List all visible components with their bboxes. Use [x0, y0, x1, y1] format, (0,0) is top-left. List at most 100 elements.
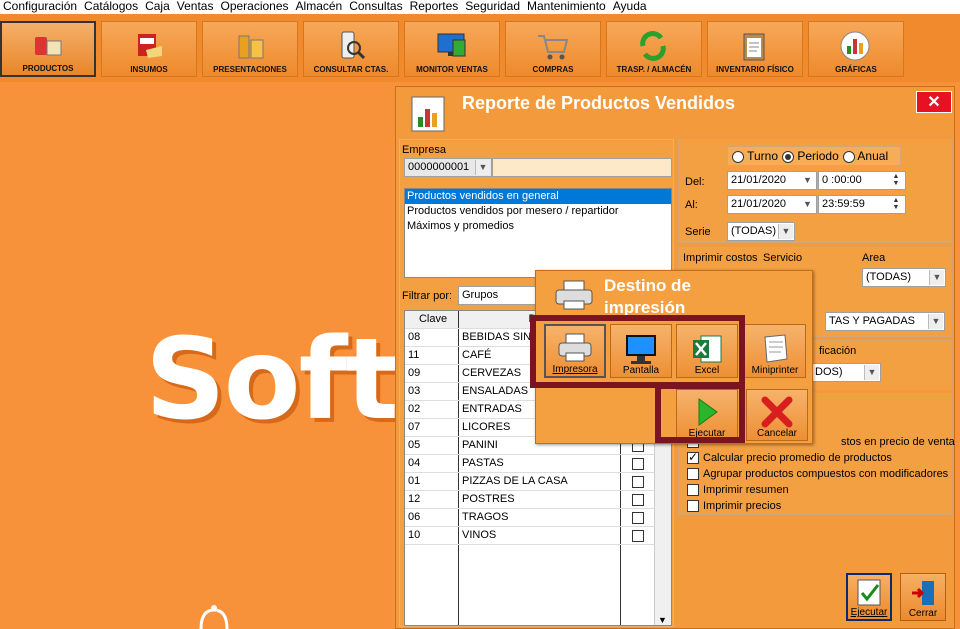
row-checkbox[interactable]	[632, 457, 644, 470]
select-cell	[621, 509, 655, 526]
spinner-icon[interactable]: ▲ ▼	[888, 173, 904, 189]
del-date-field[interactable]: 21/01/2020 ▼	[727, 171, 817, 190]
toolbar-button[interactable]: COMPRAS	[505, 21, 601, 77]
al-date-field[interactable]: 21/01/2020 ▼	[727, 195, 817, 214]
grid-empty-area	[405, 545, 671, 625]
servicio-label: Servicio	[763, 252, 803, 264]
menu-item[interactable]: Almacén	[293, 0, 347, 14]
chevron-down-icon: ▼	[800, 197, 815, 212]
filter-combo[interactable]: Grupos	[458, 286, 540, 305]
period-box: Turno Periodo Anual Del: 21/01/2020 ▼ 0 :…	[678, 139, 953, 243]
toolbar-button[interactable]: CONSULTAR CTAS.	[303, 21, 399, 77]
menu-item[interactable]: Operaciones	[217, 0, 292, 14]
serie-label: Serie	[685, 226, 711, 238]
window-title: Reporte de Productos Vendidos	[462, 93, 736, 113]
al-time-field[interactable]: 23:59:59 ▲ ▼	[818, 195, 906, 214]
window-titlebar: Reporte de Productos Vendidos ✕	[396, 87, 954, 135]
cerrar-button[interactable]: Cerrar	[900, 573, 946, 621]
desc-cell: POSTRES	[459, 491, 621, 508]
chevron-down-icon: ▼	[928, 314, 943, 329]
option-checkbox-row[interactable]: Agrupar productos compuestos con modific…	[687, 468, 948, 480]
row-checkbox[interactable]	[632, 529, 644, 542]
period-radio-turno[interactable]: Turno	[732, 149, 778, 163]
filter-value: Grupos	[462, 289, 499, 301]
estado-value: TAS Y PAGADAS	[829, 315, 915, 327]
chevron-down-icon: ▼	[475, 160, 490, 175]
filter-label: Filtrar por:	[402, 290, 453, 302]
option-checkbox-row[interactable]: Imprimir precios	[687, 500, 781, 512]
empresa-name-field[interactable]	[492, 158, 672, 177]
table-row[interactable]: 04 PASTAS	[405, 455, 671, 473]
menu-item[interactable]: Mantenimiento	[524, 0, 610, 14]
period-option-label: Turno	[747, 149, 779, 163]
toolbar-button[interactable]: INSUMOS	[101, 21, 197, 77]
cart-icon	[538, 35, 569, 60]
period-radio-periodo[interactable]: Periodo	[782, 149, 839, 163]
menu-item[interactable]: Reportes	[407, 0, 463, 14]
toolbar-button[interactable]: INVENTARIO FÍSICO	[707, 21, 803, 77]
clave-cell: 07	[405, 419, 459, 436]
toolbar-button-label: MONITOR VENTAS	[416, 65, 488, 74]
clave-cell: 01	[405, 473, 459, 490]
menu-item[interactable]: Consultas	[346, 0, 406, 14]
bell-icon	[199, 605, 229, 629]
clipboard-icon	[743, 33, 765, 61]
products-icon	[35, 37, 62, 56]
estado-combo[interactable]: TAS Y PAGADAS ▼	[825, 312, 945, 331]
checkbox[interactable]	[687, 484, 699, 496]
del-time-field[interactable]: 0 :00:00 ▲ ▼	[818, 171, 906, 190]
checkbox[interactable]	[687, 500, 699, 512]
toolbar-button-label: PRESENTACIONES	[213, 65, 287, 74]
checkbox[interactable]	[687, 450, 699, 464]
report-type-item[interactable]: Productos vendidos por mesero / repartid…	[405, 204, 671, 219]
row-checkbox[interactable]	[632, 475, 644, 488]
miniprinter-label: Miniprinter	[751, 365, 799, 376]
clave-cell: 05	[405, 437, 459, 454]
report-type-list[interactable]: Productos vendidos en general Productos v…	[404, 188, 672, 278]
empresa-combo[interactable]: 0000000001 ▼	[404, 158, 492, 177]
menu-item[interactable]: Configuración	[0, 0, 81, 14]
radio-icon	[842, 150, 855, 163]
ejecutar-button[interactable]: Ejecutar	[846, 573, 892, 621]
option-checkbox-row[interactable]: Imprimir resumen	[687, 484, 789, 496]
table-row[interactable]: 12 POSTRES	[405, 491, 671, 509]
menu-item[interactable]: Ayuda	[610, 0, 651, 14]
toolbar-button[interactable]: MONITOR VENTAS	[404, 21, 500, 77]
toolbar-button[interactable]: PRESENTACIONES	[202, 21, 298, 77]
checkbox-label: Imprimir precios	[703, 500, 782, 512]
report-type-item[interactable]: Productos vendidos en general	[405, 189, 671, 204]
period-radio-anual[interactable]: Anual	[842, 149, 888, 163]
desc-cell: TRAGOS	[459, 509, 621, 526]
row-checkbox[interactable]	[632, 511, 644, 524]
menu-item[interactable]: Ventas	[174, 0, 218, 14]
menu-item[interactable]: Catálogos	[81, 0, 142, 14]
al-time-value: 23:59:59	[822, 198, 865, 210]
menu-item[interactable]: Caja	[142, 0, 174, 14]
toolbar-button[interactable]: GRÁFICAS	[808, 21, 904, 77]
column-header-clave[interactable]: Clave	[405, 311, 459, 328]
clasificacion-combo[interactable]: DOS) ▼	[811, 363, 881, 382]
menu-item[interactable]: Seguridad	[462, 0, 524, 14]
scroll-down-icon[interactable]: ▼	[658, 615, 667, 625]
close-button[interactable]: ✕	[916, 91, 952, 113]
clasificacion-value: DOS)	[815, 366, 843, 378]
report-type-item[interactable]: Máximos y promedios	[405, 219, 671, 234]
toolbar-button[interactable]: TRASP. / ALMACÉN	[606, 21, 702, 77]
chart-icon	[840, 31, 870, 61]
toolbar-button-label: CONSULTAR CTAS.	[313, 65, 389, 74]
spinner-icon[interactable]: ▲ ▼	[888, 197, 904, 213]
table-row[interactable]: 10 VINOS	[405, 527, 671, 545]
select-cell	[621, 455, 655, 472]
checkbox[interactable]	[687, 468, 699, 480]
dialog-cancelar-button[interactable]: Cancelar	[746, 389, 808, 441]
table-row[interactable]: 01 PIZZAS DE LA CASA	[405, 473, 671, 491]
receipt-icon	[764, 334, 788, 363]
serie-combo[interactable]: (TODAS) ▼	[727, 222, 795, 241]
row-checkbox[interactable]	[632, 493, 644, 506]
option-checkbox-row[interactable]: Calcular precio promedio de productos	[687, 450, 892, 464]
checkbox-label: Calcular precio promedio de productos	[703, 452, 892, 464]
area-combo[interactable]: (TODAS) ▼	[862, 268, 946, 287]
table-row[interactable]: 06 TRAGOS	[405, 509, 671, 527]
miniprinter-button[interactable]: Miniprinter	[744, 324, 806, 378]
toolbar-button[interactable]: PRODUCTOS	[0, 21, 96, 77]
